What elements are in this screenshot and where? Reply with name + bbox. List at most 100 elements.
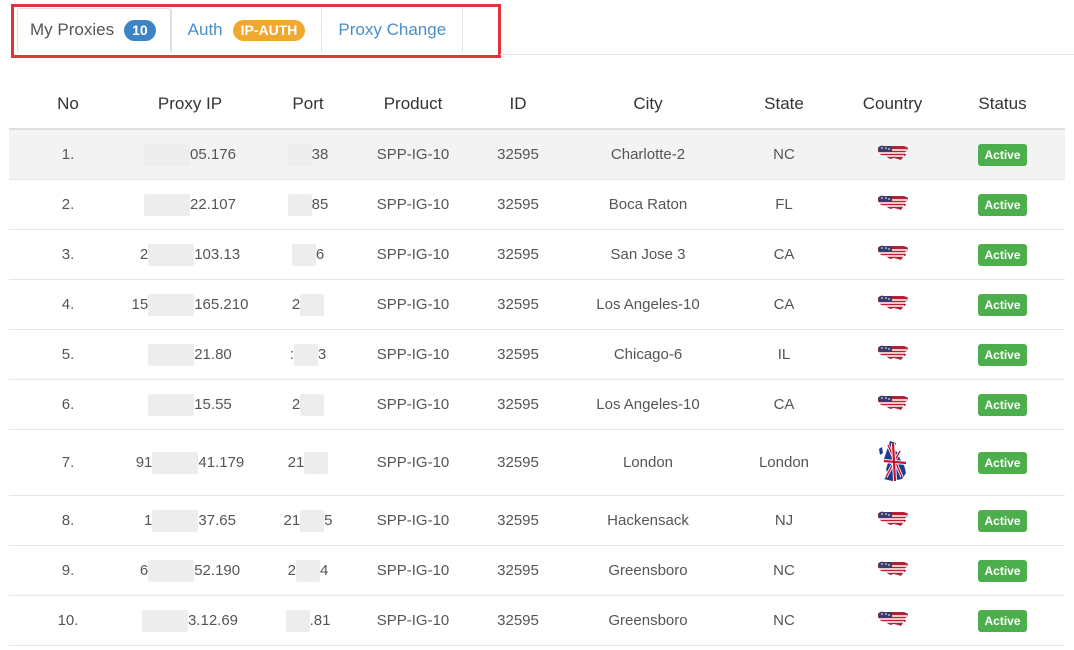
redacted-blur <box>293 343 318 366</box>
table-row: 8. 1 37.65 21 5 SPP-IG-10 32595 Hackensack NJ Act… <box>9 495 1065 546</box>
port-prefix: 2 <box>291 395 301 413</box>
us-flag-icon <box>876 342 910 368</box>
redacted-blur <box>148 293 195 316</box>
row-number: 5. <box>9 329 127 380</box>
col-city: City <box>573 80 723 130</box>
redacted-blur <box>148 343 195 366</box>
proxy-ip-suffix: 165.210 <box>194 295 249 313</box>
city-cell: San Jose 3 <box>573 229 723 280</box>
city-cell: Greensboro <box>573 595 723 646</box>
proxy-ip-suffix: 22.107 <box>190 195 236 213</box>
status-badge: Active <box>978 143 1027 166</box>
proxy-ip-prefix: 91 <box>135 453 153 471</box>
id-cell: 32595 <box>463 429 573 496</box>
port-suffix: 85 <box>311 195 329 213</box>
country-cell <box>845 129 940 180</box>
status-cell: Active <box>940 279 1065 330</box>
row-number: 4. <box>9 279 127 330</box>
table-header-row: No Proxy IP Port Product ID City State C… <box>9 80 1065 130</box>
proxy-ip-cell[interactable]: 15.55 <box>127 379 253 430</box>
col-country: Country <box>845 80 940 130</box>
country-cell <box>845 279 940 330</box>
status-cell: Active <box>940 379 1065 430</box>
state-cell: CA <box>723 279 845 330</box>
city-cell: Greensboro <box>573 545 723 596</box>
id-cell: 32595 <box>463 595 573 646</box>
col-proxy-ip: Proxy IP <box>127 80 253 130</box>
status-badge: Active <box>978 393 1027 416</box>
table-row: 9. 6 52.190 2 4 SPP-IG-10 32595 Greensboro NC Act… <box>9 545 1065 596</box>
country-cell <box>845 595 940 646</box>
status-badge: Active <box>978 609 1027 632</box>
status-cell: Active <box>940 595 1065 646</box>
col-port: Port <box>253 80 363 130</box>
port-suffix: 3 <box>317 345 327 363</box>
table-row: 4. 15 165.210 2 SPP-IG-10 32595 Los Angeles-10… <box>9 279 1065 330</box>
country-cell <box>845 545 940 596</box>
port-cell[interactable]: 2 <box>253 279 363 330</box>
col-no: No <box>9 80 127 130</box>
product-cell: SPP-IG-10 <box>363 379 463 430</box>
proxy-ip-cell[interactable]: 2 103.13 <box>127 229 253 280</box>
redacted-blur <box>141 609 188 632</box>
port-cell[interactable]: 85 <box>253 179 363 230</box>
proxy-ip-suffix: 05.176 <box>190 145 236 163</box>
id-cell: 32595 <box>463 379 573 430</box>
proxy-ip-cell[interactable]: 6 52.190 <box>127 545 253 596</box>
port-cell[interactable]: 2 <box>253 379 363 430</box>
redacted-blur <box>296 559 320 582</box>
state-cell: NC <box>723 129 845 180</box>
port-cell[interactable]: 6 <box>253 229 363 280</box>
country-cell <box>845 329 940 380</box>
product-cell: SPP-IG-10 <box>363 429 463 496</box>
status-badge: Active <box>978 509 1027 532</box>
city-cell: Los Angeles-10 <box>573 279 723 330</box>
proxy-ip-suffix: 15.55 <box>194 395 232 413</box>
port-cell[interactable]: :3 <box>253 329 363 380</box>
redacted-blur <box>152 509 199 532</box>
redacted-blur <box>300 293 325 316</box>
port-prefix: 2 <box>291 295 301 313</box>
port-suffix: 38 <box>311 145 329 163</box>
port-cell[interactable]: .81 <box>253 595 363 646</box>
id-cell: 32595 <box>463 495 573 546</box>
status-cell: Active <box>940 129 1065 180</box>
status-badge: Active <box>978 193 1027 216</box>
table-row: 10. 3.12.69 .81 SPP-IG-10 32595 Greensboro NC A… <box>9 595 1065 646</box>
status-cell: Active <box>940 545 1065 596</box>
us-flag-icon <box>876 142 910 168</box>
us-flag-icon <box>876 292 910 318</box>
country-cell <box>845 179 940 230</box>
proxy-ip-cell[interactable]: 3.12.69 <box>127 595 253 646</box>
status-cell: Active <box>940 229 1065 280</box>
row-number: 10. <box>9 595 127 646</box>
redacted-blur <box>291 243 316 266</box>
port-cell[interactable]: 24 <box>253 545 363 596</box>
proxy-ip-cell[interactable]: 22.107 <box>127 179 253 230</box>
state-cell: FL <box>723 179 845 230</box>
status-cell: Active <box>940 179 1065 230</box>
proxy-ip-cell[interactable]: 15 165.210 <box>127 279 253 330</box>
proxy-ip-cell[interactable]: 05.176 <box>127 129 253 180</box>
table-row: 6. 15.55 2 SPP-IG-10 32595 Los Angeles-10 CA Ac… <box>9 379 1065 430</box>
row-number: 9. <box>9 545 127 596</box>
port-cell[interactable]: 21 5 <box>253 495 363 546</box>
city-cell: Los Angeles-10 <box>573 379 723 430</box>
status-cell: Active <box>940 429 1065 496</box>
proxy-ip-cell[interactable]: 91 41.179 <box>127 429 253 496</box>
table-row: 2. 22.107 85 SPP-IG-10 32595 Boca Raton FL Acti… <box>9 179 1065 230</box>
redacted-blur <box>144 143 191 166</box>
proxy-ip-cell[interactable]: 1 37.65 <box>127 495 253 546</box>
us-flag-icon <box>876 558 910 584</box>
us-flag-icon <box>876 192 910 218</box>
proxy-ip-suffix: 37.65 <box>198 511 236 529</box>
row-number: 1. <box>9 129 127 180</box>
country-cell <box>845 229 940 280</box>
city-cell: Boca Raton <box>573 179 723 230</box>
port-cell[interactable]: 38 <box>253 129 363 180</box>
port-suffix: 5 <box>324 511 333 529</box>
redacted-blur <box>300 393 325 416</box>
port-cell[interactable]: 21 <box>253 429 363 496</box>
proxy-ip-prefix: 6 <box>139 561 149 579</box>
proxy-ip-cell[interactable]: 21.80 <box>127 329 253 380</box>
